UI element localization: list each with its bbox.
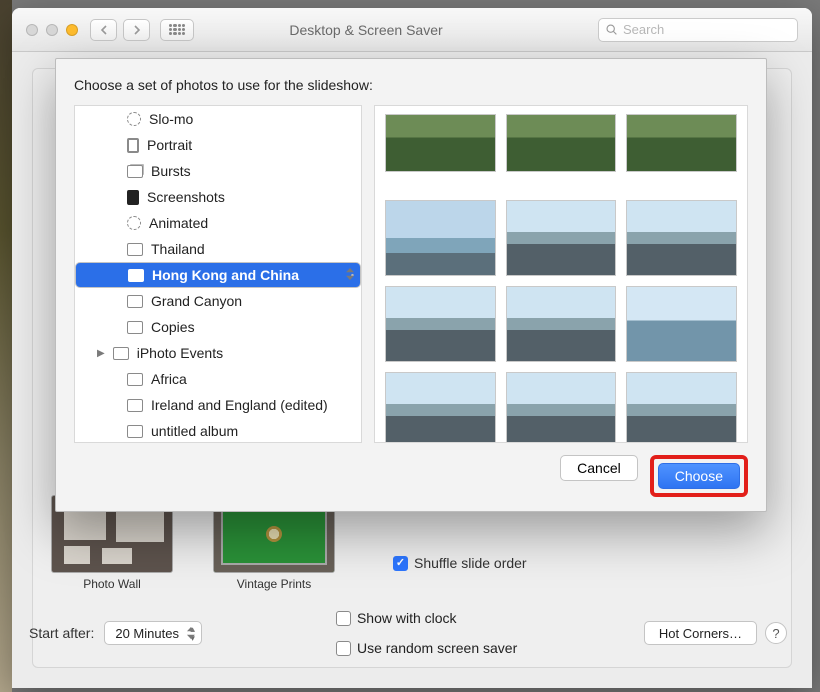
minimize-window-button[interactable] [46, 24, 58, 36]
window-traffic-lights [26, 24, 78, 36]
source-item[interactable]: Animated [75, 210, 361, 236]
bursts-icon [127, 165, 143, 178]
shuffle-checkbox[interactable] [393, 556, 408, 571]
source-item-label: untitled album [151, 423, 238, 439]
source-item[interactable]: Thailand [75, 236, 361, 262]
show-all-button[interactable] [160, 19, 194, 41]
folder-icon [127, 373, 143, 386]
shuffle-label: Shuffle slide order [414, 555, 527, 571]
sheet-instruction: Choose a set of photos to use for the sl… [74, 77, 748, 93]
photo-thumbnail[interactable] [626, 286, 737, 362]
zoom-window-button[interactable] [66, 24, 78, 36]
photo-thumbnail[interactable] [385, 200, 496, 276]
show-clock-checkbox[interactable] [336, 611, 351, 626]
back-button[interactable] [90, 19, 117, 41]
window-titlebar: Desktop & Screen Saver Search [12, 8, 812, 52]
choose-button[interactable]: Choose [658, 463, 740, 489]
slomo-icon [127, 112, 141, 126]
photo-thumbnail[interactable] [626, 200, 737, 276]
choose-button-highlight: Choose [650, 455, 748, 497]
source-item-label: Slo-mo [149, 111, 193, 127]
photo-thumbnail[interactable] [506, 372, 617, 443]
folder-icon [127, 295, 143, 308]
random-screensaver-checkbox[interactable] [336, 641, 351, 656]
photo-thumbnail[interactable] [385, 286, 496, 362]
random-screensaver-label: Use random screen saver [357, 640, 517, 656]
cancel-button[interactable]: Cancel [560, 455, 638, 481]
window-title: Desktop & Screen Saver [194, 22, 598, 38]
search-field[interactable]: Search [598, 18, 798, 42]
folder-icon [127, 321, 143, 334]
folder-icon [113, 347, 129, 360]
folder-icon [128, 269, 144, 282]
source-item[interactable]: Portrait [75, 132, 361, 158]
source-item-label: Portrait [147, 137, 192, 153]
source-item[interactable]: Slo-mo [75, 106, 361, 132]
source-item-label: Animated [149, 215, 208, 231]
source-item-label: Bursts [151, 163, 191, 179]
start-after-select[interactable]: 20 Minutes ▴▾ [104, 621, 202, 645]
choose-photo-source-sheet: Choose a set of photos to use for the sl… [55, 58, 767, 512]
chevron-updown-icon: ▴▾ [190, 625, 195, 643]
disclosure-triangle-icon[interactable]: ▶ [97, 348, 105, 359]
source-item-label: Copies [151, 319, 195, 335]
desktop-background-strip [0, 0, 12, 692]
photo-thumbnail[interactable] [626, 372, 737, 443]
source-item[interactable]: ▶ iPhoto Events [75, 340, 361, 366]
source-item-label: iPhoto Events [137, 345, 223, 361]
source-item[interactable]: untitled album [75, 418, 361, 443]
folder-icon [127, 243, 143, 256]
source-item-label: Grand Canyon [151, 293, 242, 309]
photo-thumbnail[interactable] [626, 114, 737, 172]
photo-preview-grid[interactable] [374, 105, 748, 443]
source-item[interactable]: Ireland and England (edited) [75, 392, 361, 418]
source-item[interactable]: Copies [75, 314, 361, 340]
animated-icon [127, 216, 141, 230]
photo-thumbnail[interactable] [385, 114, 496, 172]
source-item[interactable]: Screenshots [75, 184, 361, 210]
source-item[interactable]: Hong Kong and China • [75, 262, 361, 288]
source-item-label: Screenshots [147, 189, 225, 205]
source-item-label: Africa [151, 371, 187, 387]
source-item-label: Thailand [151, 241, 205, 257]
source-item[interactable]: Africa [75, 366, 361, 392]
nav-button-group [90, 19, 150, 41]
search-icon [605, 23, 618, 36]
close-window-button[interactable] [26, 24, 38, 36]
portrait-icon [127, 138, 139, 153]
search-placeholder: Search [623, 22, 664, 37]
photo-thumbnail[interactable] [385, 372, 496, 443]
screens-icon [127, 190, 139, 205]
photo-thumbnail[interactable] [506, 114, 617, 172]
start-after-label: Start after: [29, 625, 94, 641]
selected-indicator-icon: • [351, 263, 354, 287]
photo-source-list[interactable]: Slo-mo Portrait Bursts Screenshots Animated T… [74, 105, 362, 443]
source-item[interactable]: Grand Canyon [75, 288, 361, 314]
shuffle-option-row: Shuffle slide order [393, 555, 527, 571]
show-clock-label: Show with clock [357, 610, 457, 626]
source-item-label: Ireland and England (edited) [151, 397, 328, 413]
source-item-label: Hong Kong and China [152, 267, 299, 283]
photo-thumbnail[interactable] [506, 200, 617, 276]
forward-button[interactable] [123, 19, 150, 41]
photo-thumbnail[interactable] [506, 286, 617, 362]
hot-corners-button[interactable]: Hot Corners… [644, 621, 757, 645]
source-item[interactable]: Bursts [75, 158, 361, 184]
folder-icon [127, 425, 143, 438]
help-button[interactable]: ? [765, 622, 787, 644]
folder-icon [127, 399, 143, 412]
